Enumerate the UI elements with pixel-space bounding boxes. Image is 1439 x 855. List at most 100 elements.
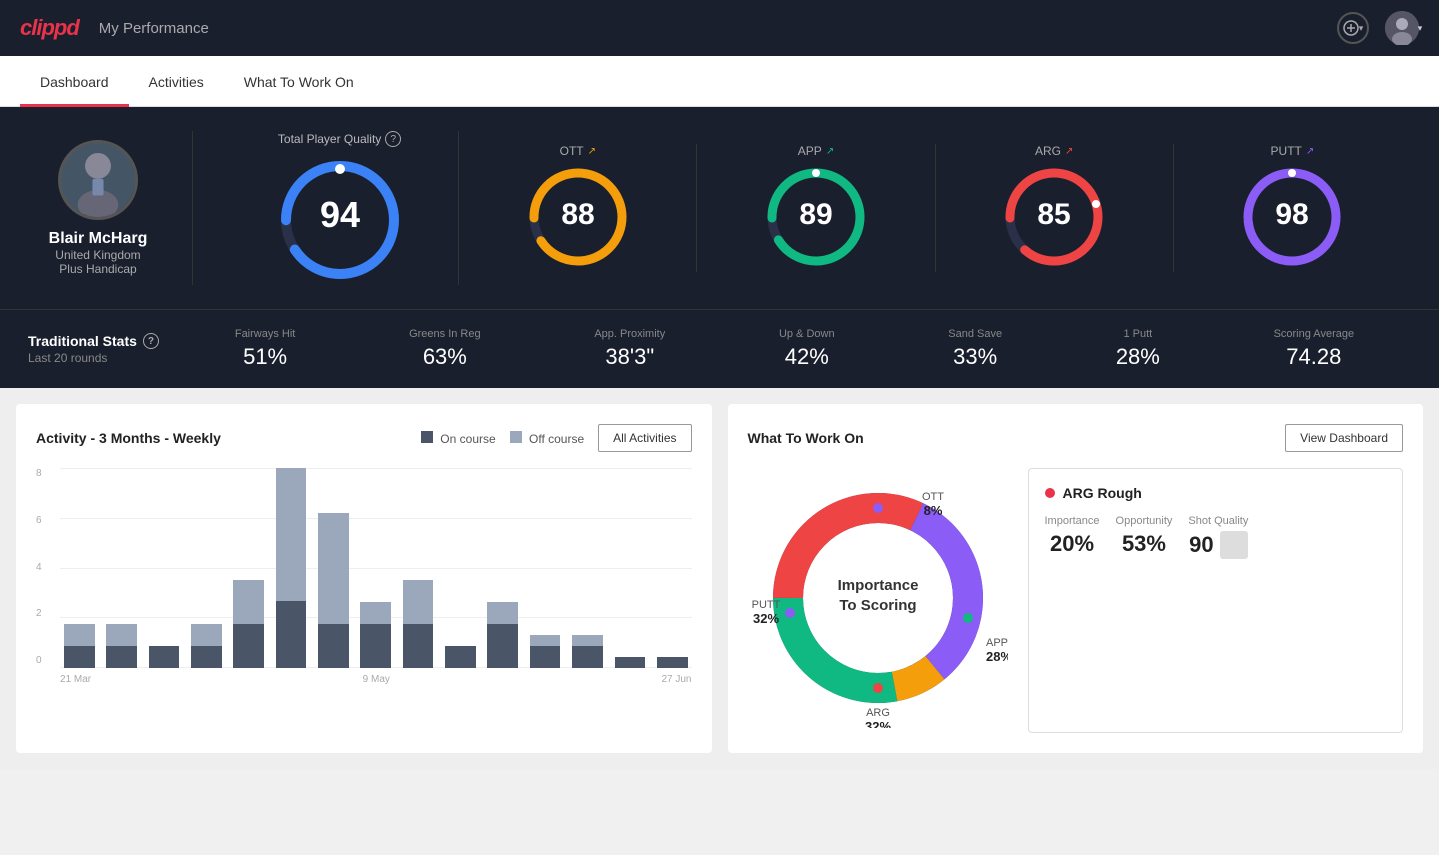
off-course-bar — [106, 624, 137, 646]
arg-label: ARG ↗ — [1035, 144, 1073, 158]
bar-group-8 — [399, 468, 437, 668]
app-arrow-icon: ↗ — [826, 146, 834, 157]
svg-text:89: 89 — [799, 198, 832, 231]
stat-sand-save: Sand Save 33% — [948, 328, 1002, 370]
on-course-dot — [421, 431, 433, 443]
y-label-0: 0 — [36, 655, 42, 666]
stat-app-proximity: App. Proximity 38'3" — [594, 328, 665, 370]
y-label-4: 4 — [36, 562, 42, 573]
stats-help-icon[interactable]: ? — [143, 333, 159, 349]
right-card-body: Importance To Scoring OTT 8% APP 28% ARG… — [748, 468, 1404, 733]
svg-text:94: 94 — [320, 194, 360, 235]
add-button[interactable]: ▾ — [1337, 12, 1369, 44]
bar-group-10 — [484, 468, 522, 668]
activity-card: Activity - 3 Months - Weekly On course O… — [16, 404, 712, 753]
svg-text:OTT: OTT — [922, 491, 944, 503]
on-course-bar — [191, 646, 222, 668]
stat-greens-in-reg: Greens In Reg 63% — [409, 328, 481, 370]
svg-text:88: 88 — [561, 198, 594, 231]
on-course-legend: On course — [421, 431, 496, 446]
gauge-arg: ARG ↗ 85 — [936, 144, 1174, 272]
bar-group-3 — [187, 468, 225, 668]
y-label-2: 2 — [36, 608, 42, 619]
metric-shot-quality: Shot Quality 90 — [1188, 515, 1248, 559]
user-avatar[interactable]: ▾ — [1385, 11, 1419, 45]
on-course-bar — [149, 646, 180, 668]
gauge-putt: PUTT ↗ 98 — [1174, 144, 1411, 272]
on-course-bar — [487, 624, 518, 668]
info-card: ARG Rough Importance 20% Opportunity 53%… — [1028, 468, 1404, 733]
putt-label: PUTT ↗ — [1271, 144, 1315, 158]
on-course-bar — [615, 657, 646, 668]
logo: clippd — [20, 15, 79, 41]
svg-text:32%: 32% — [864, 719, 890, 728]
svg-text:85: 85 — [1038, 198, 1071, 231]
off-course-bar — [318, 513, 349, 624]
donut-chart: Importance To Scoring OTT 8% APP 28% ARG… — [748, 468, 1008, 728]
on-course-bar — [445, 646, 476, 668]
stat-up-down: Up & Down 42% — [779, 328, 835, 370]
tab-activities[interactable]: Activities — [129, 56, 224, 107]
activity-card-header: Activity - 3 Months - Weekly On course O… — [36, 424, 692, 452]
hero-section: Blair McHarg United Kingdom Plus Handica… — [0, 107, 1439, 309]
stats-items: Fairways Hit 51% Greens In Reg 63% App. … — [178, 328, 1411, 370]
total-quality-label: Total Player Quality ? — [278, 131, 401, 147]
on-course-bar — [360, 624, 391, 668]
bar-group-14 — [653, 468, 691, 668]
ott-label: OTT ↗ — [560, 144, 596, 158]
y-label-6: 6 — [36, 515, 42, 526]
gauges-row: Total Player Quality ? 94 OTT ↗ — [192, 131, 1411, 285]
svg-text:PUTT: PUTT — [751, 599, 780, 611]
svg-text:APP: APP — [986, 637, 1008, 649]
info-card-title: ARG Rough — [1045, 485, 1387, 501]
ott-arrow-icon: ↗ — [588, 146, 596, 157]
off-course-bar — [191, 624, 222, 646]
view-dashboard-button[interactable]: View Dashboard — [1285, 424, 1403, 452]
svg-text:ARG: ARG — [866, 707, 890, 719]
svg-text:32%: 32% — [752, 611, 778, 626]
tabs-bar: Dashboard Activities What To Work On — [0, 56, 1439, 107]
on-course-bar — [657, 657, 688, 668]
bar-group-1 — [102, 468, 140, 668]
donut-section: Importance To Scoring OTT 8% APP 28% ARG… — [748, 468, 1008, 733]
bar-group-5 — [272, 468, 310, 668]
logo-text: clippd — [20, 15, 79, 41]
on-course-bar — [572, 646, 603, 668]
off-course-dot — [510, 431, 522, 443]
on-course-bar — [233, 624, 264, 668]
stats-label-block: Traditional Stats ? Last 20 rounds — [28, 333, 168, 365]
bar-group-13 — [611, 468, 649, 668]
tab-dashboard[interactable]: Dashboard — [20, 56, 129, 107]
player-avatar — [58, 140, 138, 220]
off-course-bar — [360, 602, 391, 624]
off-course-bar — [64, 624, 95, 646]
on-course-bar — [318, 624, 349, 668]
info-metrics: Importance 20% Opportunity 53% Shot Qual… — [1045, 515, 1387, 559]
tab-what-to-work-on[interactable]: What To Work On — [224, 56, 374, 107]
off-course-bar — [572, 635, 603, 646]
bar-group-9 — [441, 468, 479, 668]
player-handicap: Plus Handicap — [59, 262, 136, 276]
bar-group-11 — [526, 468, 564, 668]
bar-group-0 — [60, 468, 98, 668]
svg-text:8%: 8% — [923, 503, 942, 518]
bar-chart-area: 0 2 4 6 8 21 — [36, 468, 692, 688]
stat-scoring-average: Scoring Average 74.28 — [1274, 328, 1355, 370]
bar-group-12 — [568, 468, 606, 668]
bar-group-2 — [145, 468, 183, 668]
player-name: Blair McHarg — [49, 230, 148, 248]
bar-group-7 — [357, 468, 395, 668]
total-quality-help-icon[interactable]: ? — [385, 131, 401, 147]
stat-1-putt: 1 Putt 28% — [1116, 328, 1160, 370]
svg-text:28%: 28% — [986, 649, 1008, 664]
avatar-chevron-icon: ▾ — [1418, 23, 1423, 34]
all-activities-button[interactable]: All Activities — [598, 424, 691, 452]
stats-title: Traditional Stats ? — [28, 333, 168, 349]
stats-row: Traditional Stats ? Last 20 rounds Fairw… — [0, 309, 1439, 388]
player-info: Blair McHarg United Kingdom Plus Handica… — [28, 140, 168, 276]
on-course-bar — [64, 646, 95, 668]
svg-text:Importance: Importance — [837, 577, 918, 594]
on-course-bar — [276, 601, 307, 668]
arg-arrow-icon: ↗ — [1065, 146, 1073, 157]
svg-text:To Scoring: To Scoring — [839, 597, 916, 614]
